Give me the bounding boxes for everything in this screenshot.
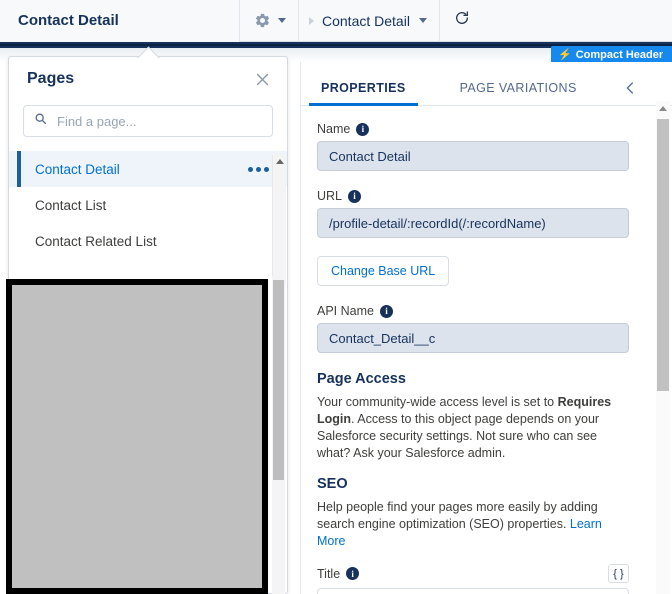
more-actions-icon[interactable] (248, 166, 269, 172)
chevron-down-icon (418, 18, 427, 23)
page-access-text-before: Your community-wide access level is set … (317, 395, 558, 409)
properties-form: Name i Contact Detail URL i /profile-det… (301, 106, 672, 594)
top-bar: Contact Detail Contact Detail (0, 0, 672, 42)
api-name-label-text: API Name (317, 304, 374, 318)
scroll-up-arrow-icon[interactable] (276, 159, 284, 164)
pages-search-wrapper (9, 101, 287, 151)
seo-text: Help people find your pages more easily … (317, 500, 598, 531)
canvas-scrollbar-thumb[interactable] (273, 280, 284, 480)
refresh-icon (454, 10, 470, 31)
seo-heading: SEO (317, 476, 348, 492)
scroll-up-arrow-icon[interactable] (659, 106, 667, 111)
gear-icon (254, 12, 271, 29)
url-label-text: URL (317, 189, 343, 203)
change-base-url-button[interactable]: Change Base URL (317, 256, 450, 286)
page-access-heading: Page Access (317, 371, 406, 387)
pages-list: Contact Detail Contact List Contact Rela… (9, 151, 287, 259)
api-name-field[interactable]: Contact_Detail__c (317, 323, 629, 353)
chevron-down-icon (278, 18, 286, 23)
tab-page-variations[interactable]: PAGE VARIATIONS (456, 81, 581, 105)
page-access-description: Your community-wide access level is set … (317, 394, 617, 462)
tab-properties[interactable]: PROPERTIES (309, 81, 418, 106)
close-icon[interactable] (254, 71, 271, 88)
properties-scrollbar-thumb[interactable] (657, 119, 669, 391)
search-input-container[interactable] (23, 105, 273, 137)
info-icon[interactable]: i (379, 304, 393, 318)
info-icon[interactable]: i (356, 122, 370, 136)
breadcrumb-separator-icon (309, 16, 314, 25)
url-field-label: URL i (317, 189, 650, 203)
pages-list-scrollbar[interactable] (272, 155, 286, 285)
pages-popover-header: Pages (9, 57, 287, 101)
url-field[interactable]: /profile-detail/:recordId(/:recordName) (317, 208, 629, 238)
info-icon[interactable]: i (346, 567, 360, 580)
page-title: Contact Detail (0, 0, 240, 42)
name-field-label: Name i (317, 122, 650, 136)
properties-panel: PROPERTIES PAGE VARIATIONS Name i Contac… (300, 62, 672, 594)
name-field[interactable]: Contact Detail (317, 141, 629, 171)
breadcrumb-label: Contact Detail (322, 12, 410, 29)
list-item-label: Contact Related List (35, 233, 157, 249)
chevron-left-icon[interactable] (623, 79, 638, 97)
list-item-label: Contact Detail (35, 161, 120, 177)
merge-field-icon[interactable]: { } (608, 564, 629, 583)
breadcrumb[interactable]: Contact Detail (322, 0, 440, 42)
list-item-label: Contact List (35, 197, 107, 213)
list-item[interactable]: Contact Related List (9, 223, 287, 259)
list-item[interactable]: Contact Detail (9, 151, 287, 187)
properties-panel-scrollbar[interactable] (656, 101, 670, 594)
search-input[interactable] (55, 112, 255, 130)
panel-tabs: PROPERTIES PAGE VARIATIONS (301, 62, 672, 106)
settings-menu-button[interactable] (240, 0, 299, 42)
page-access-text-after: . Access to this object page depends on … (317, 412, 600, 460)
seo-description: Help people find your pages more easily … (317, 499, 617, 550)
app-root: Contact Detail Contact Detail ⚡ Compact … (0, 0, 672, 594)
lightning-bolt-icon: ⚡ (558, 48, 572, 61)
compact-header-badge-label: Compact Header (575, 49, 664, 61)
seo-title-label: Title i (317, 566, 360, 581)
pages-popover-title: Pages (27, 70, 75, 87)
refresh-button[interactable] (440, 0, 484, 42)
seo-title-field[interactable]: {!Record._Object}: {!Record._Title} (317, 588, 629, 594)
list-item[interactable]: Contact List (9, 187, 287, 223)
canvas-scrollbar[interactable] (272, 276, 285, 594)
seo-title-label-text: Title (317, 566, 341, 581)
redacted-canvas-block (6, 279, 268, 594)
name-label-text: Name (317, 122, 351, 136)
seo-title-label-row: Title i { } (317, 564, 629, 583)
popover-caret-icon (136, 46, 160, 58)
info-icon[interactable]: i (348, 189, 362, 203)
search-icon (34, 112, 47, 130)
api-name-field-label: API Name i (317, 304, 650, 318)
